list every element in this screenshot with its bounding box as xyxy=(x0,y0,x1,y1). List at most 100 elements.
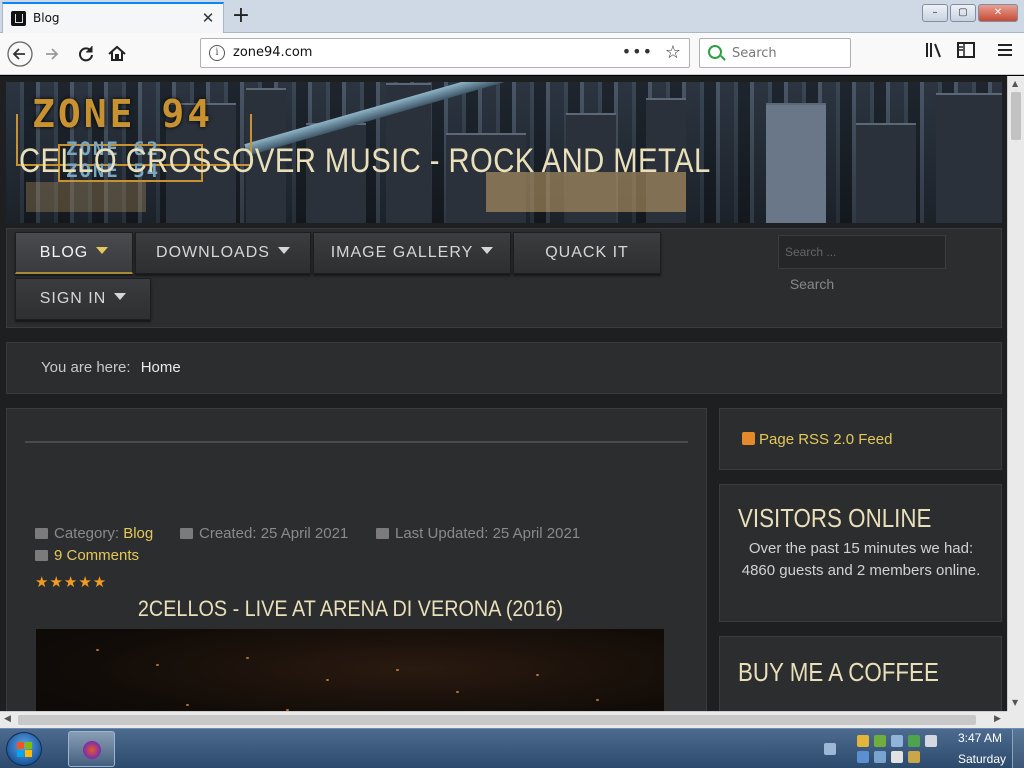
scroll-right-icon[interactable]: ▶ xyxy=(994,714,1001,724)
vertical-scrollbar[interactable]: ▲ ▼ xyxy=(1007,76,1024,712)
taskbar-firefox[interactable] xyxy=(68,731,115,767)
article-updated: Last Updated: 25 April 2021 xyxy=(376,525,580,542)
coffee-title: BUY ME A COFFEE xyxy=(738,657,939,687)
maximize-button[interactable]: ▢ xyxy=(950,4,976,22)
home-button[interactable] xyxy=(103,40,131,68)
video-player[interactable] xyxy=(36,629,664,712)
clock-day[interactable]: Saturday xyxy=(958,752,1006,766)
scroll-left-icon[interactable]: ◀ xyxy=(4,714,11,724)
security-icon[interactable] xyxy=(857,735,869,747)
comment-icon xyxy=(35,550,48,561)
menu-item-quack-it[interactable]: QUACK IT xyxy=(513,232,661,274)
browser-search-placeholder: Search xyxy=(732,46,777,61)
chevron-down-icon xyxy=(481,247,494,254)
menu-label-downloads: DOWNLOADS xyxy=(156,244,270,261)
reload-icon xyxy=(79,46,93,62)
menu-item-image-gallery[interactable]: IMAGE GALLERY xyxy=(313,232,511,274)
visitors-title: VISITORS ONLINE xyxy=(738,503,932,533)
article-comments: 9 Comments xyxy=(35,547,139,564)
rating-stars[interactable]: ★★★★★ xyxy=(35,573,107,591)
breadcrumb-home[interactable]: Home xyxy=(141,359,181,376)
site-favicon-icon xyxy=(11,11,26,26)
search-icon xyxy=(708,45,722,59)
close-window-button[interactable]: ✕ xyxy=(978,4,1018,22)
tray-app-icon[interactable] xyxy=(908,751,920,763)
forward-arrow-icon xyxy=(46,48,59,60)
article-title[interactable]: CELLO CROSSOVER MUSIC - ROCK AND METAL xyxy=(19,142,711,181)
calendar-icon xyxy=(180,528,193,539)
back-arrow-icon xyxy=(7,41,33,67)
tray-app-icon[interactable] xyxy=(857,751,869,763)
menu-label-blog: BLOG xyxy=(39,244,89,261)
created-date: Created: 25 April 2021 xyxy=(199,525,349,542)
sidebar-toggle-icon[interactable] xyxy=(957,41,975,64)
page-actions-icon[interactable]: ••• xyxy=(622,42,653,61)
tray-app-icon[interactable] xyxy=(874,751,886,763)
article-created: Created: 25 April 2021 xyxy=(180,525,348,542)
tray-app-icon[interactable] xyxy=(925,735,937,747)
minimize-button[interactable]: – xyxy=(922,4,948,22)
home-icon xyxy=(108,45,126,61)
rss-icon xyxy=(742,432,755,445)
menu-label-quack-it: QUACK IT xyxy=(545,244,629,261)
coffee-box: BUY ME A COFFEE xyxy=(719,636,1002,712)
close-tab-icon[interactable]: ✕ xyxy=(198,8,218,28)
taskbar: 3:47 AM Saturday xyxy=(0,728,1024,768)
tray-app-icon[interactable] xyxy=(891,735,903,747)
site-info-icon[interactable]: i xyxy=(209,45,225,61)
start-button[interactable] xyxy=(6,732,42,766)
horizontal-scrollbar[interactable]: ◀ ▶ xyxy=(0,711,1007,728)
scroll-down-icon[interactable]: ▼ xyxy=(1012,698,1018,707)
category-link[interactable]: Blog xyxy=(123,525,153,542)
tray-app-icon[interactable] xyxy=(874,735,886,747)
clock-time[interactable]: 3:47 AM xyxy=(958,731,1002,745)
article-category: Category: Blog xyxy=(35,525,153,542)
tray-app-icon[interactable] xyxy=(908,735,920,747)
system-tray xyxy=(824,732,950,766)
scrollbar-corner xyxy=(1007,711,1024,728)
show-desktop-button[interactable] xyxy=(1012,729,1024,768)
rss-box: Page RSS 2.0 Feed xyxy=(719,408,1002,470)
window-controls: – ▢ ✕ xyxy=(922,4,1018,22)
horizontal-scroll-thumb[interactable] xyxy=(18,715,976,725)
library-icon[interactable] xyxy=(925,41,943,64)
bookmark-star-icon[interactable]: ☆ xyxy=(665,42,681,63)
reload-button[interactable] xyxy=(72,40,100,68)
comments-link[interactable]: 9 Comments xyxy=(54,547,139,564)
site-search-input[interactable]: Search ... xyxy=(778,235,946,269)
menu-item-sign-in[interactable]: SIGN IN xyxy=(15,278,151,320)
url-bar[interactable]: i zone94.com ••• ☆ xyxy=(200,38,690,68)
menu-item-downloads[interactable]: DOWNLOADS xyxy=(135,232,311,274)
rss-feed-link[interactable]: Page RSS 2.0 Feed xyxy=(742,431,892,448)
page-viewport: ZONE 94 ZONE 62 ZONE 54 BLOG DOWNLOADS I… xyxy=(0,76,1007,712)
hamburger-menu-icon[interactable] xyxy=(996,41,1014,64)
tab-title: Blog xyxy=(33,11,60,25)
back-button[interactable] xyxy=(6,40,34,68)
vertical-scroll-thumb[interactable] xyxy=(1011,92,1021,140)
category-label: Category: xyxy=(54,525,120,542)
site-logo[interactable]: ZONE 94 xyxy=(32,92,213,136)
firefox-icon xyxy=(83,741,101,759)
url-text[interactable]: zone94.com xyxy=(233,45,312,60)
scroll-up-icon[interactable]: ▲ xyxy=(1012,79,1018,88)
breadcrumb: You are here: Home xyxy=(6,342,1002,394)
video-title: 2CELLOS - LIVE AT ARENA DI VERONA (2016) xyxy=(137,596,564,621)
tab-blog[interactable]: Blog ✕ xyxy=(2,2,224,33)
browser-search-box[interactable]: Search xyxy=(699,38,851,68)
calendar-icon xyxy=(376,528,389,539)
forward-button[interactable] xyxy=(38,40,66,68)
menu-item-blog[interactable]: BLOG xyxy=(15,232,133,274)
windows-logo-icon xyxy=(17,742,33,758)
divider xyxy=(25,441,688,443)
chevron-down-icon xyxy=(114,293,127,300)
tray-app-icon[interactable] xyxy=(891,751,903,763)
breadcrumb-prefix: You are here: xyxy=(41,359,131,376)
rss-label: Page RSS 2.0 Feed xyxy=(759,431,893,448)
tab-strip: Blog ✕ + – ▢ ✕ xyxy=(0,0,1024,33)
folder-icon xyxy=(35,528,48,539)
new-tab-button[interactable]: + xyxy=(228,4,254,30)
network-icon[interactable] xyxy=(824,743,836,755)
updated-date: Last Updated: 25 April 2021 xyxy=(395,525,581,542)
site-search-button[interactable]: Search xyxy=(778,269,846,299)
visitors-box: VISITORS ONLINE Over the past 15 minutes… xyxy=(719,484,1002,622)
